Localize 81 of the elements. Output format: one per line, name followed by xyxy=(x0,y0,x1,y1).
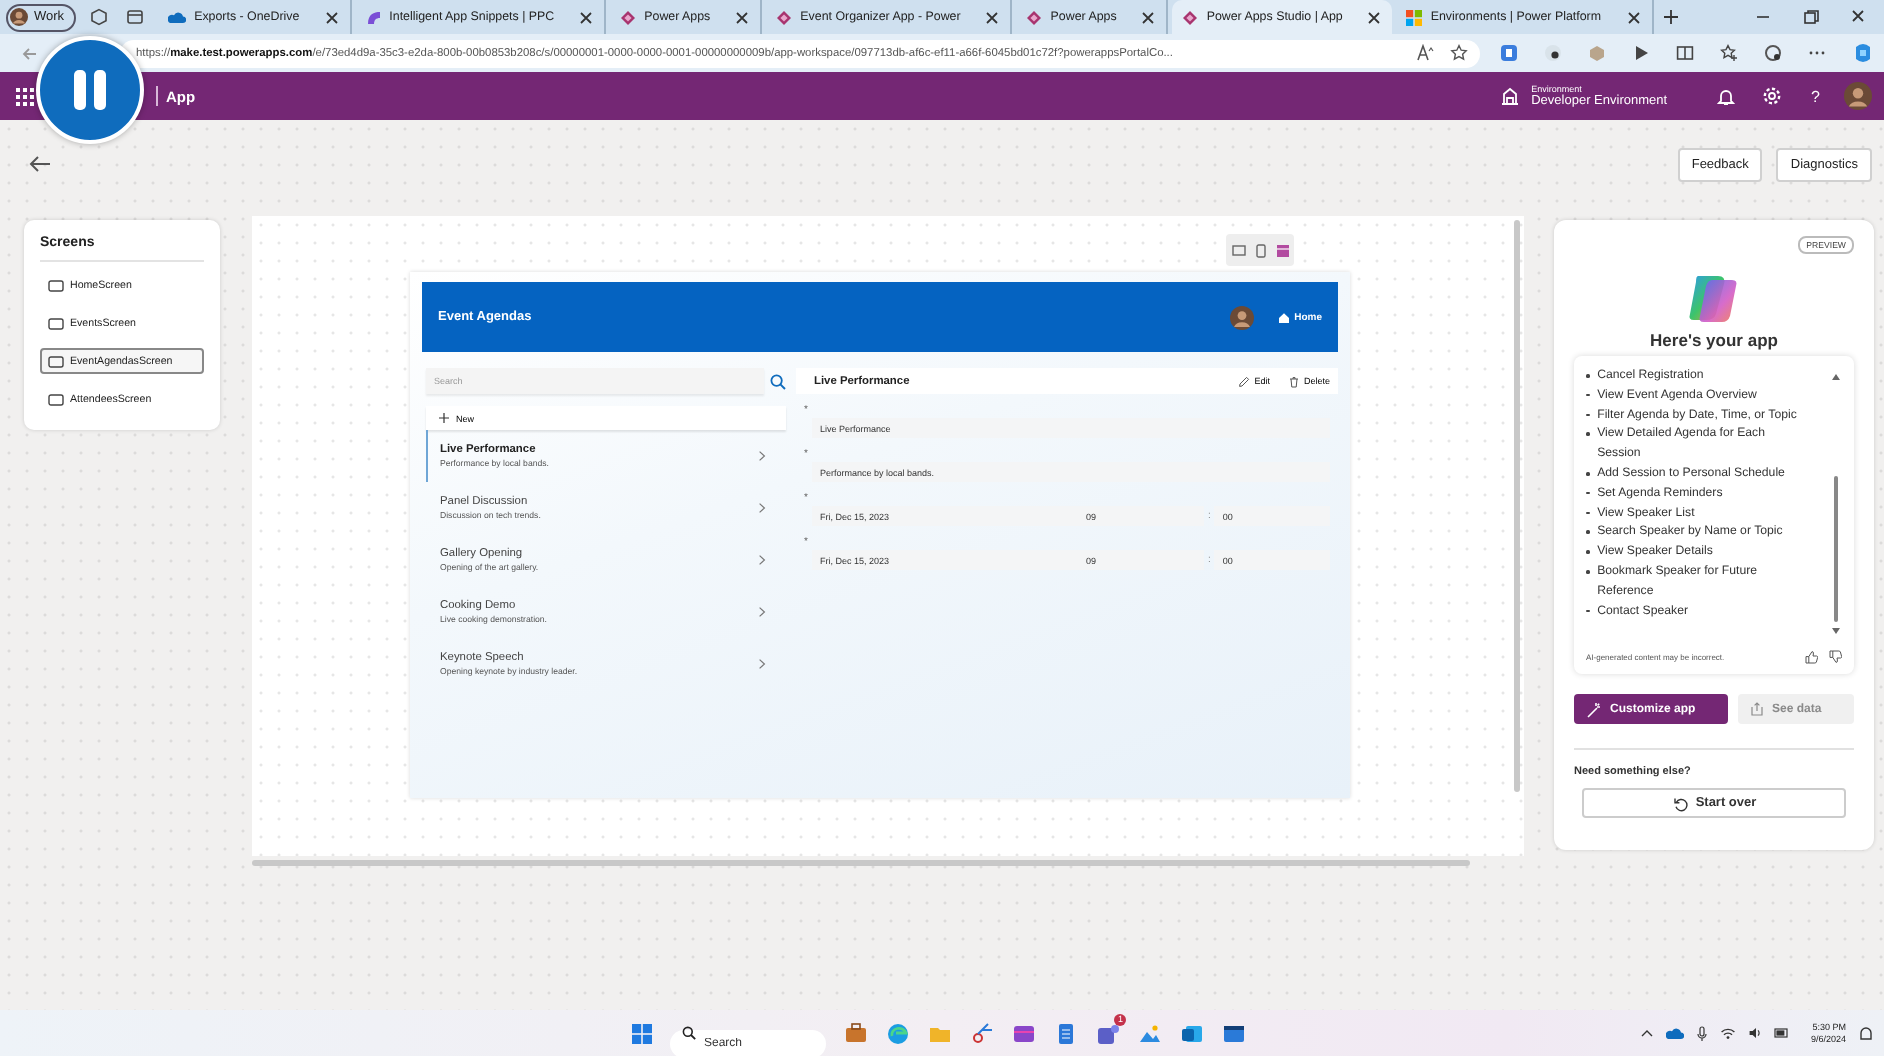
tablet-icon[interactable] xyxy=(1231,243,1245,257)
briefcase-icon[interactable] xyxy=(844,1021,868,1045)
chevron-icon xyxy=(758,502,766,514)
new-tab-icon[interactable] xyxy=(1661,8,1679,26)
cloud-icon xyxy=(168,10,187,24)
browser-icon[interactable] xyxy=(886,1021,910,1045)
app-launcher-icon[interactable] xyxy=(16,87,34,105)
avatar-icon xyxy=(10,8,28,26)
swirl-icon xyxy=(365,9,382,25)
avatar-icon xyxy=(1230,305,1255,329)
screen-icon xyxy=(48,393,64,405)
screen-icon xyxy=(48,355,64,367)
extension-icon[interactable] xyxy=(1544,44,1562,62)
thumbs-up-icon[interactable] xyxy=(1804,650,1818,664)
chevron-icon xyxy=(758,450,766,462)
wifi-icon[interactable] xyxy=(1720,1026,1737,1040)
avatar-icon[interactable] xyxy=(1844,82,1872,110)
workspaces-icon[interactable] xyxy=(90,8,109,26)
scrollbar[interactable] xyxy=(1514,220,1520,792)
thumbs-down-icon[interactable] xyxy=(1828,650,1842,664)
close-icon[interactable] xyxy=(1140,9,1157,25)
diamond-icon xyxy=(620,9,637,25)
battery-icon[interactable] xyxy=(1774,1026,1791,1040)
chevron-icon xyxy=(758,554,766,566)
chevron-up-icon[interactable] xyxy=(1640,1026,1655,1040)
grid-icon xyxy=(1406,9,1423,25)
scroll-down-icon[interactable] xyxy=(1832,628,1840,634)
diamond-icon xyxy=(1182,9,1199,25)
screen-icon xyxy=(48,279,64,291)
favorites-icon[interactable] xyxy=(1720,44,1738,62)
close-icon[interactable] xyxy=(1625,9,1641,25)
photos-icon[interactable] xyxy=(1138,1021,1162,1045)
close-icon[interactable] xyxy=(1366,9,1383,25)
notepad-icon[interactable] xyxy=(1054,1021,1078,1045)
close-icon[interactable] xyxy=(734,9,751,25)
home-icon xyxy=(1278,311,1291,323)
desktop-icon[interactable] xyxy=(1275,243,1289,257)
scrollbar-thumb[interactable] xyxy=(1833,476,1839,622)
notifications-icon[interactable] xyxy=(1858,1025,1874,1041)
help-button[interactable]: ? xyxy=(1811,87,1820,105)
scissors-icon[interactable] xyxy=(970,1021,994,1045)
extension-icon[interactable] xyxy=(1764,44,1782,62)
undo-icon xyxy=(1671,795,1688,811)
pencil-icon xyxy=(1238,375,1251,387)
phone-icon[interactable] xyxy=(1255,243,1265,257)
settings-icon[interactable] xyxy=(1761,86,1782,106)
close-icon[interactable] xyxy=(323,9,340,25)
tab-actions-icon[interactable] xyxy=(126,8,145,26)
star-icon[interactable] xyxy=(1450,44,1468,62)
bell-icon[interactable] xyxy=(1715,86,1736,106)
plus-icon xyxy=(438,412,450,424)
scroll-up-icon[interactable] xyxy=(1832,374,1840,380)
close-icon[interactable] xyxy=(1850,8,1868,26)
screen-icon xyxy=(48,317,64,329)
start-icon[interactable] xyxy=(632,1023,652,1043)
scrollbar[interactable] xyxy=(252,860,1470,866)
pause-icon xyxy=(72,70,108,110)
read-aloud-icon[interactable] xyxy=(1416,44,1434,62)
window-icon[interactable] xyxy=(1222,1021,1246,1045)
wand-icon xyxy=(1586,701,1602,717)
building-icon xyxy=(1499,86,1520,106)
chevron-icon xyxy=(758,658,766,670)
play-icon[interactable] xyxy=(1632,44,1650,62)
search-icon xyxy=(682,1026,696,1040)
speaker-icon[interactable] xyxy=(1748,1026,1763,1040)
diamond-icon xyxy=(1026,9,1043,25)
restore-icon[interactable] xyxy=(1802,8,1820,26)
microphone-icon[interactable] xyxy=(1696,1025,1709,1041)
cloud-icon[interactable] xyxy=(1666,1026,1685,1040)
diamond-icon xyxy=(776,9,793,25)
back-icon[interactable] xyxy=(28,154,52,174)
split-screen-icon[interactable] xyxy=(1676,44,1694,62)
export-icon xyxy=(1750,702,1764,716)
close-icon[interactable] xyxy=(578,9,595,25)
search-icon[interactable] xyxy=(770,373,786,389)
close-icon[interactable] xyxy=(984,9,1001,25)
panel-title: Here's your app xyxy=(1648,330,1780,350)
logo-icon xyxy=(1686,270,1742,326)
film-icon[interactable] xyxy=(1012,1021,1036,1045)
trash-icon xyxy=(1287,375,1300,387)
chevron-icon xyxy=(758,606,766,618)
